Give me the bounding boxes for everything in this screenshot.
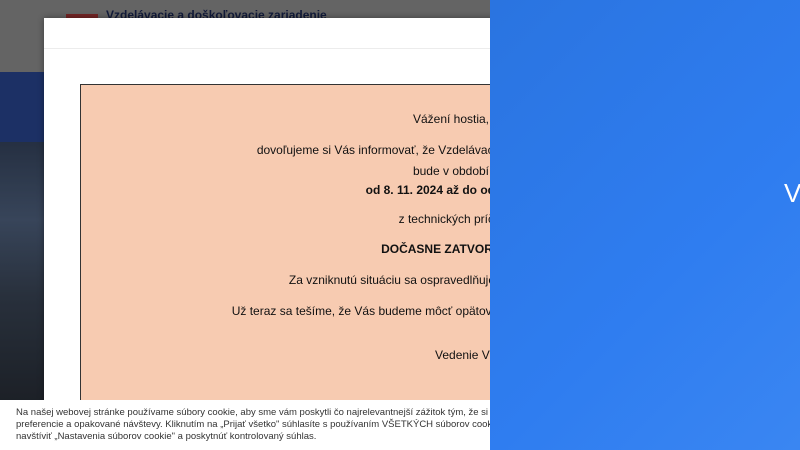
modal-header: [44, 18, 514, 49]
notice-modal: Vážení hostia, dovoľujeme si Vás informo…: [44, 18, 670, 418]
side-panel-text: V: [784, 178, 800, 208]
cookie-text-line-1: Na našej webovej stránke používame súbor…: [16, 407, 490, 418]
closure-notice: Vážení hostia, dovoľujeme si Vás informo…: [80, 84, 670, 406]
cookie-consent-bar: Na našej webovej stránke používame súbor…: [0, 400, 490, 450]
cookie-text-line-2: preferencie a opakované návštevy. Kliknu…: [16, 419, 490, 430]
notice-signature: Vedenie VD: [435, 348, 499, 362]
side-panel: V: [490, 0, 800, 450]
cookie-text-line-3: navštíviť „Nastavenia súborov cookie" a …: [16, 431, 317, 442]
